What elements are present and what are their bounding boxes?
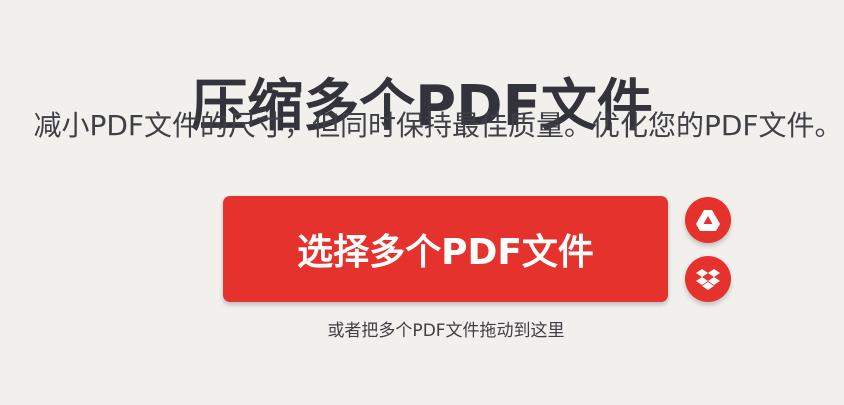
google-drive-button[interactable] (685, 197, 731, 243)
google-drive-icon (696, 209, 720, 231)
page-subtitle: 减小PDF文件的尺寸，但同时保持最佳质量。优化您的PDF文件。 (33, 109, 843, 142)
drag-drop-hint: 或者把多个PDF文件拖动到这里 (327, 321, 565, 341)
select-pdf-files-button[interactable]: 选择多个PDF文件 (223, 196, 668, 302)
dropbox-button[interactable] (685, 256, 731, 302)
dropbox-icon (696, 269, 720, 290)
compress-pdf-page: 压缩多个PDF文件 减小PDF文件的尺寸，但同时保持最佳质量。优化您的PDF文件… (0, 0, 844, 405)
